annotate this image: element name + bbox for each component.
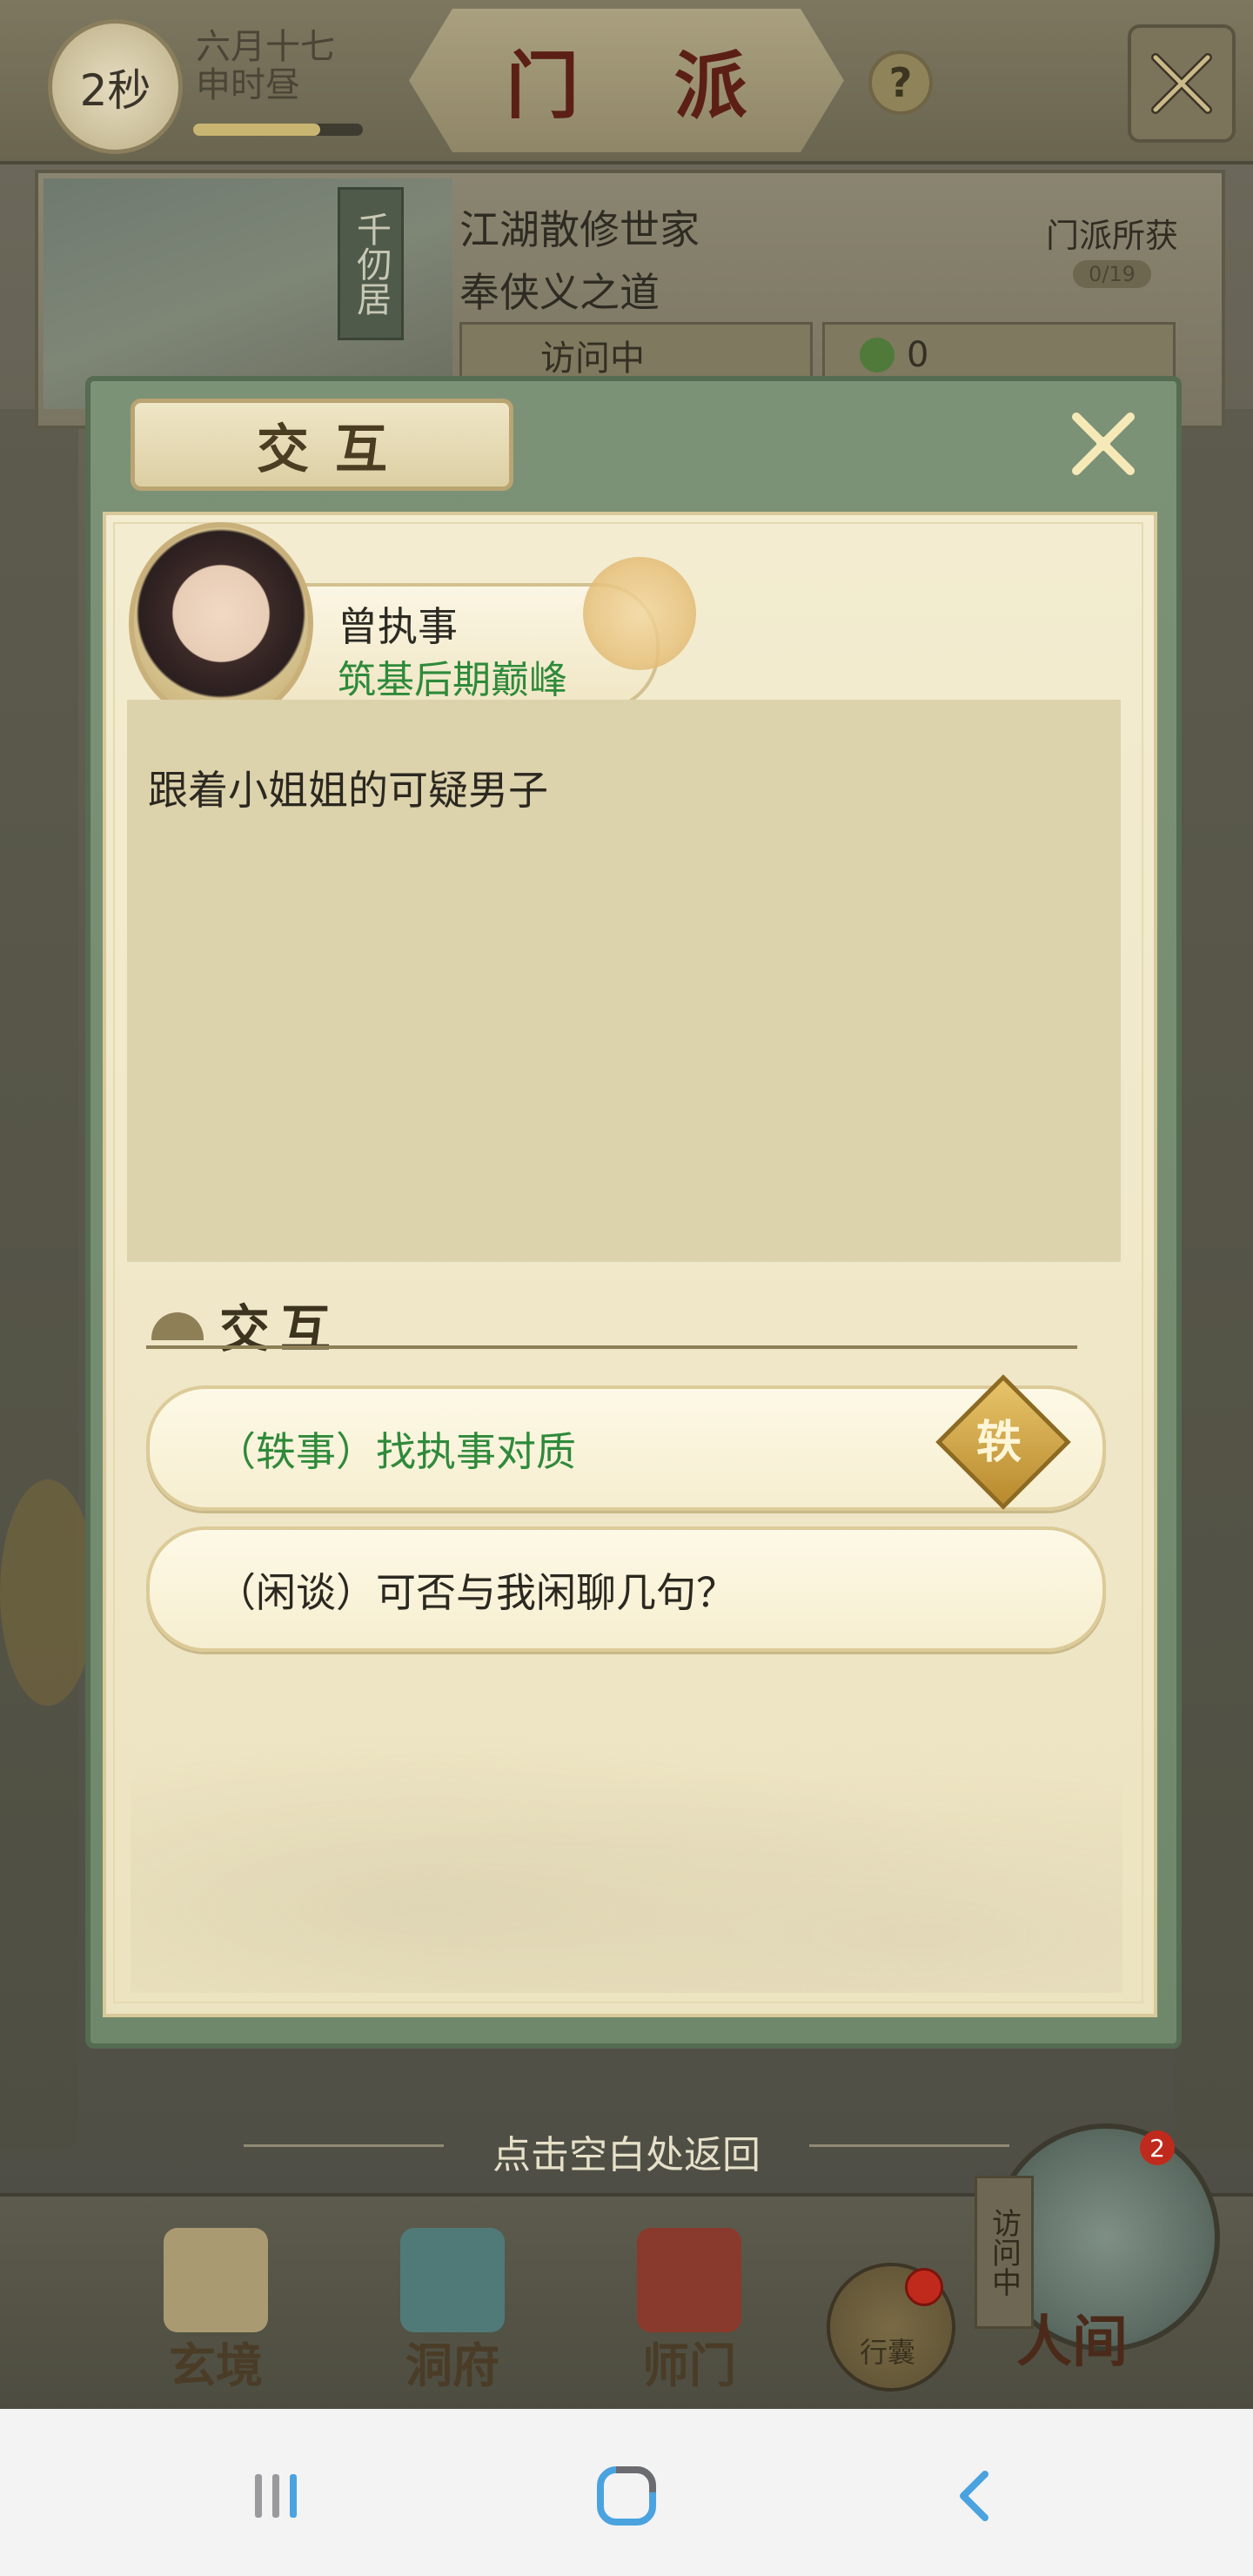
sect-gain-count: 0/19	[1073, 260, 1151, 288]
scroll-icon	[164, 2228, 268, 2332]
banner-icon	[637, 2228, 741, 2332]
top-close-button[interactable]	[1128, 24, 1236, 143]
lunar-date-day: 六月十七	[196, 27, 335, 67]
nav-label-xuanjing: 玄境	[169, 2338, 263, 2393]
modal-title: 交互	[257, 419, 413, 480]
coin-icon	[860, 338, 895, 372]
lunar-date: 六月十七 申时昼	[196, 28, 335, 104]
world-notification-badge: 2	[1140, 2130, 1175, 2165]
bag-notification-dot	[905, 2268, 943, 2306]
lunar-date-hour: 申时昼	[196, 65, 300, 105]
time-progress-bar	[193, 124, 363, 136]
bag-label: 行囊	[859, 2336, 915, 2369]
time-progress-fill	[193, 124, 321, 136]
modal-header: 交互	[131, 399, 513, 491]
sect-gain-label: 门派所获	[1045, 217, 1178, 255]
anecdote-badge-label: 轶	[975, 1415, 1022, 1469]
nav-label-dongfu: 洞府	[405, 2338, 499, 2393]
recent-apps-button[interactable]	[233, 2452, 320, 2539]
help-icon[interactable]: ?	[868, 50, 933, 115]
sect-desc-line2: 奉侠义之道	[459, 269, 660, 316]
npc-realm: 筑基后期巅峰	[338, 658, 567, 702]
npc-name: 曾执事	[338, 603, 458, 650]
close-icon	[1151, 53, 1212, 114]
home-button[interactable]	[583, 2452, 670, 2539]
landscape-decoration	[131, 1706, 1122, 1993]
page-title: 门 派	[506, 43, 782, 129]
option-text-anecdote: （轶事）找执事对质	[216, 1428, 576, 1475]
home-icon	[597, 2466, 656, 2526]
visit-status-label: 访问中	[540, 339, 645, 379]
timer-badge: 2秒	[48, 19, 183, 154]
title-plaque: 门 派	[409, 9, 844, 152]
recent-apps-icon	[255, 2474, 297, 2518]
nav-item-xuanjing[interactable]: 玄境	[129, 2228, 303, 2393]
close-icon	[1072, 413, 1135, 475]
fan-decoration	[583, 557, 696, 670]
sect-gain[interactable]: 门派所获 0/19	[1034, 209, 1190, 288]
back-icon	[960, 2471, 988, 2521]
background-pillar-right	[1175, 409, 1253, 2150]
timer-text: 2秒	[79, 64, 151, 116]
sect-description: 江湖散修世家 奉侠义之道	[459, 198, 700, 324]
npc-description: 跟着小姐姐的可疑男子	[148, 767, 548, 814]
section-divider	[146, 1345, 1077, 1349]
npc-avatar	[129, 522, 313, 724]
pavilion-icon	[400, 2228, 505, 2332]
nav-label-shimen: 师门	[642, 2338, 736, 2393]
option-text-chat: （闲谈）可否与我闲聊几句？	[216, 1569, 736, 1616]
coin-value: 0	[907, 335, 929, 375]
section-title: 交互	[219, 1299, 342, 1358]
nav-item-dongfu[interactable]: 洞府	[365, 2228, 539, 2393]
world-label: 人间	[1016, 2310, 1128, 2375]
modal-close-button[interactable]	[1060, 400, 1147, 487]
sect-name: 千仞居	[338, 187, 404, 340]
sect-desc-line1: 江湖散修世家	[459, 206, 700, 253]
background-tree	[0, 1479, 96, 1706]
back-button[interactable]	[933, 2452, 1020, 2539]
background-pillar-left	[0, 409, 78, 2150]
nav-item-shimen[interactable]: 师门	[602, 2228, 776, 2393]
